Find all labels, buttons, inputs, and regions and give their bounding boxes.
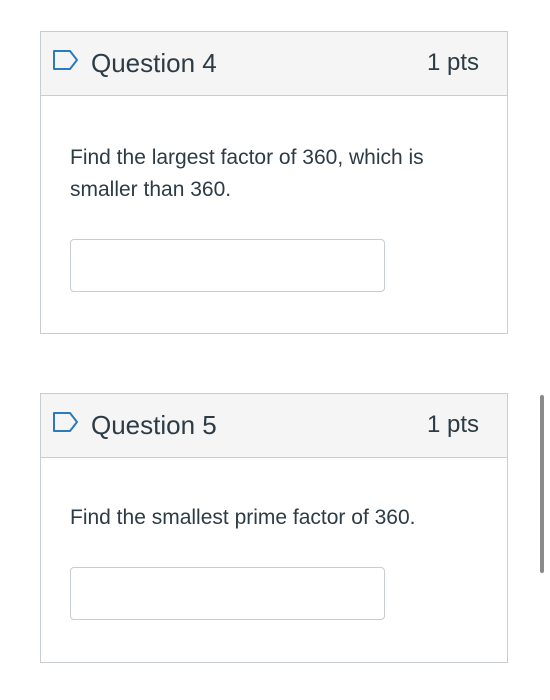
question-header: Question 5 1 pts	[41, 394, 507, 458]
answer-input[interactable]	[70, 239, 385, 292]
question-title: Question 5	[91, 410, 217, 440]
question-5-card: Question 5 1 pts Find the smallest prime…	[40, 393, 508, 663]
flag-icon[interactable]	[52, 411, 80, 433]
scrollbar-thumb[interactable]	[540, 395, 544, 573]
question-4-card: Question 4 1 pts Find the largest factor…	[40, 31, 508, 334]
question-points: 1 pts	[426, 411, 479, 438]
quiz-page: Question 4 1 pts Find the largest factor…	[0, 0, 550, 700]
question-title: Question 4	[91, 48, 217, 78]
answer-input[interactable]	[70, 567, 385, 620]
question-text: Find the smallest prime factor of 360.	[70, 506, 416, 529]
question-text: Find the largest factor of 360, which is…	[70, 146, 424, 201]
question-points: 1 pts	[426, 49, 479, 76]
question-header: Question 4 1 pts	[41, 32, 507, 96]
flag-icon[interactable]	[52, 49, 80, 71]
